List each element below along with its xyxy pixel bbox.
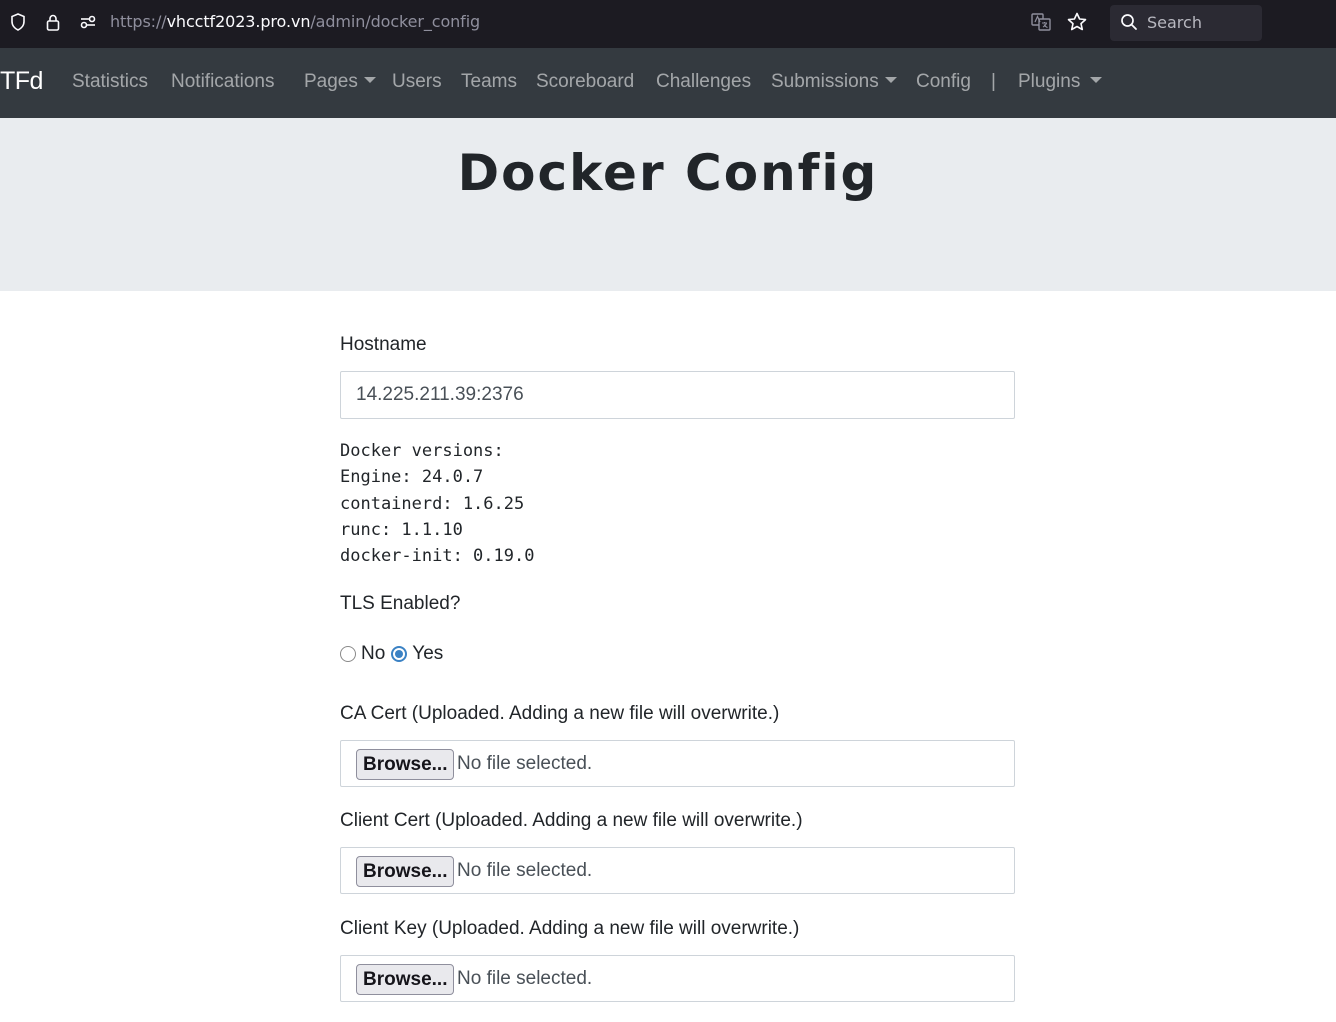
tls-radio-no-label[interactable]: No [361,643,385,665]
nav-scoreboard[interactable]: Scoreboard [536,71,634,93]
nav-notifications[interactable]: Notifications [171,71,275,93]
client-key-file-status: No file selected. [457,968,593,989]
tls-enabled-label: TLS Enabled? [340,593,461,614]
tls-radio-group: No Yes [340,643,449,665]
caret-down-icon [884,77,897,83]
bookmark-star-icon[interactable] [1066,11,1088,33]
client-key-label: Client Key (Uploaded. Adding a new file … [340,918,800,939]
nav-config[interactable]: Config [916,71,971,93]
tls-radio-no[interactable] [340,646,356,662]
translate-icon[interactable] [1030,11,1052,33]
ca-cert-browse-button[interactable]: Browse... [356,749,455,780]
ca-cert-label: CA Cert (Uploaded. Adding a new file wil… [340,703,780,724]
tls-radio-yes-label[interactable]: Yes [412,643,443,665]
nav-plugins-dropdown[interactable]: Plugins [1018,71,1103,93]
caret-down-icon [1090,77,1103,83]
search-icon [1119,12,1139,37]
nav-submissions-label: Submissions [771,71,879,92]
client-cert-label: Client Cert (Uploaded. Adding a new file… [340,810,803,831]
url-path: /admin/docker_config [310,12,481,31]
url-host: vhcctf2023.pro.vn [166,12,311,31]
client-key-browse-button[interactable]: Browse... [356,964,455,995]
page-title: Docker Config [457,144,879,202]
ca-cert-file-input[interactable]: Browse... No file selected. [340,740,1015,787]
admin-navbar: TFd Statistics Notifications Pages Users… [0,48,1336,118]
nav-submissions-dropdown[interactable]: Submissions [771,71,897,93]
address-bar[interactable]: https://vhcctf2023.pro.vn/admin/docker_c… [110,12,480,31]
client-cert-browse-button[interactable]: Browse... [356,856,455,887]
nav-plugins-label: Plugins [1018,71,1081,92]
url-scheme: https:// [110,12,167,31]
nav-divider: | [991,71,996,92]
hostname-input[interactable] [340,371,1015,419]
search-placeholder: Search [1147,13,1202,32]
hostname-label: Hostname [340,334,427,355]
docker-versions-text: Docker versions: Engine: 24.0.7 containe… [340,441,535,567]
nav-challenges[interactable]: Challenges [656,71,751,93]
nav-pages-dropdown[interactable]: Pages [304,71,376,93]
client-cert-file-input[interactable]: Browse... No file selected. [340,847,1015,894]
client-cert-file-status: No file selected. [457,860,593,881]
nav-users[interactable]: Users [392,71,442,93]
page-header: Docker Config [0,118,1336,291]
caret-down-icon [363,77,376,83]
client-key-file-input[interactable]: Browse... No file selected. [340,955,1015,1002]
browser-toolbar: https://vhcctf2023.pro.vn/admin/docker_c… [0,0,1336,48]
ca-cert-file-status: No file selected. [457,753,593,774]
nav-statistics[interactable]: Statistics [72,71,148,93]
browser-search-box[interactable]: Search [1110,5,1262,41]
lock-icon[interactable] [42,11,64,33]
navbar-brand[interactable]: TFd [0,67,43,96]
tls-radio-yes[interactable] [391,646,408,662]
permissions-icon[interactable] [77,11,99,33]
nav-teams[interactable]: Teams [461,71,517,93]
shield-icon[interactable] [7,11,29,33]
nav-pages-label: Pages [304,71,358,92]
